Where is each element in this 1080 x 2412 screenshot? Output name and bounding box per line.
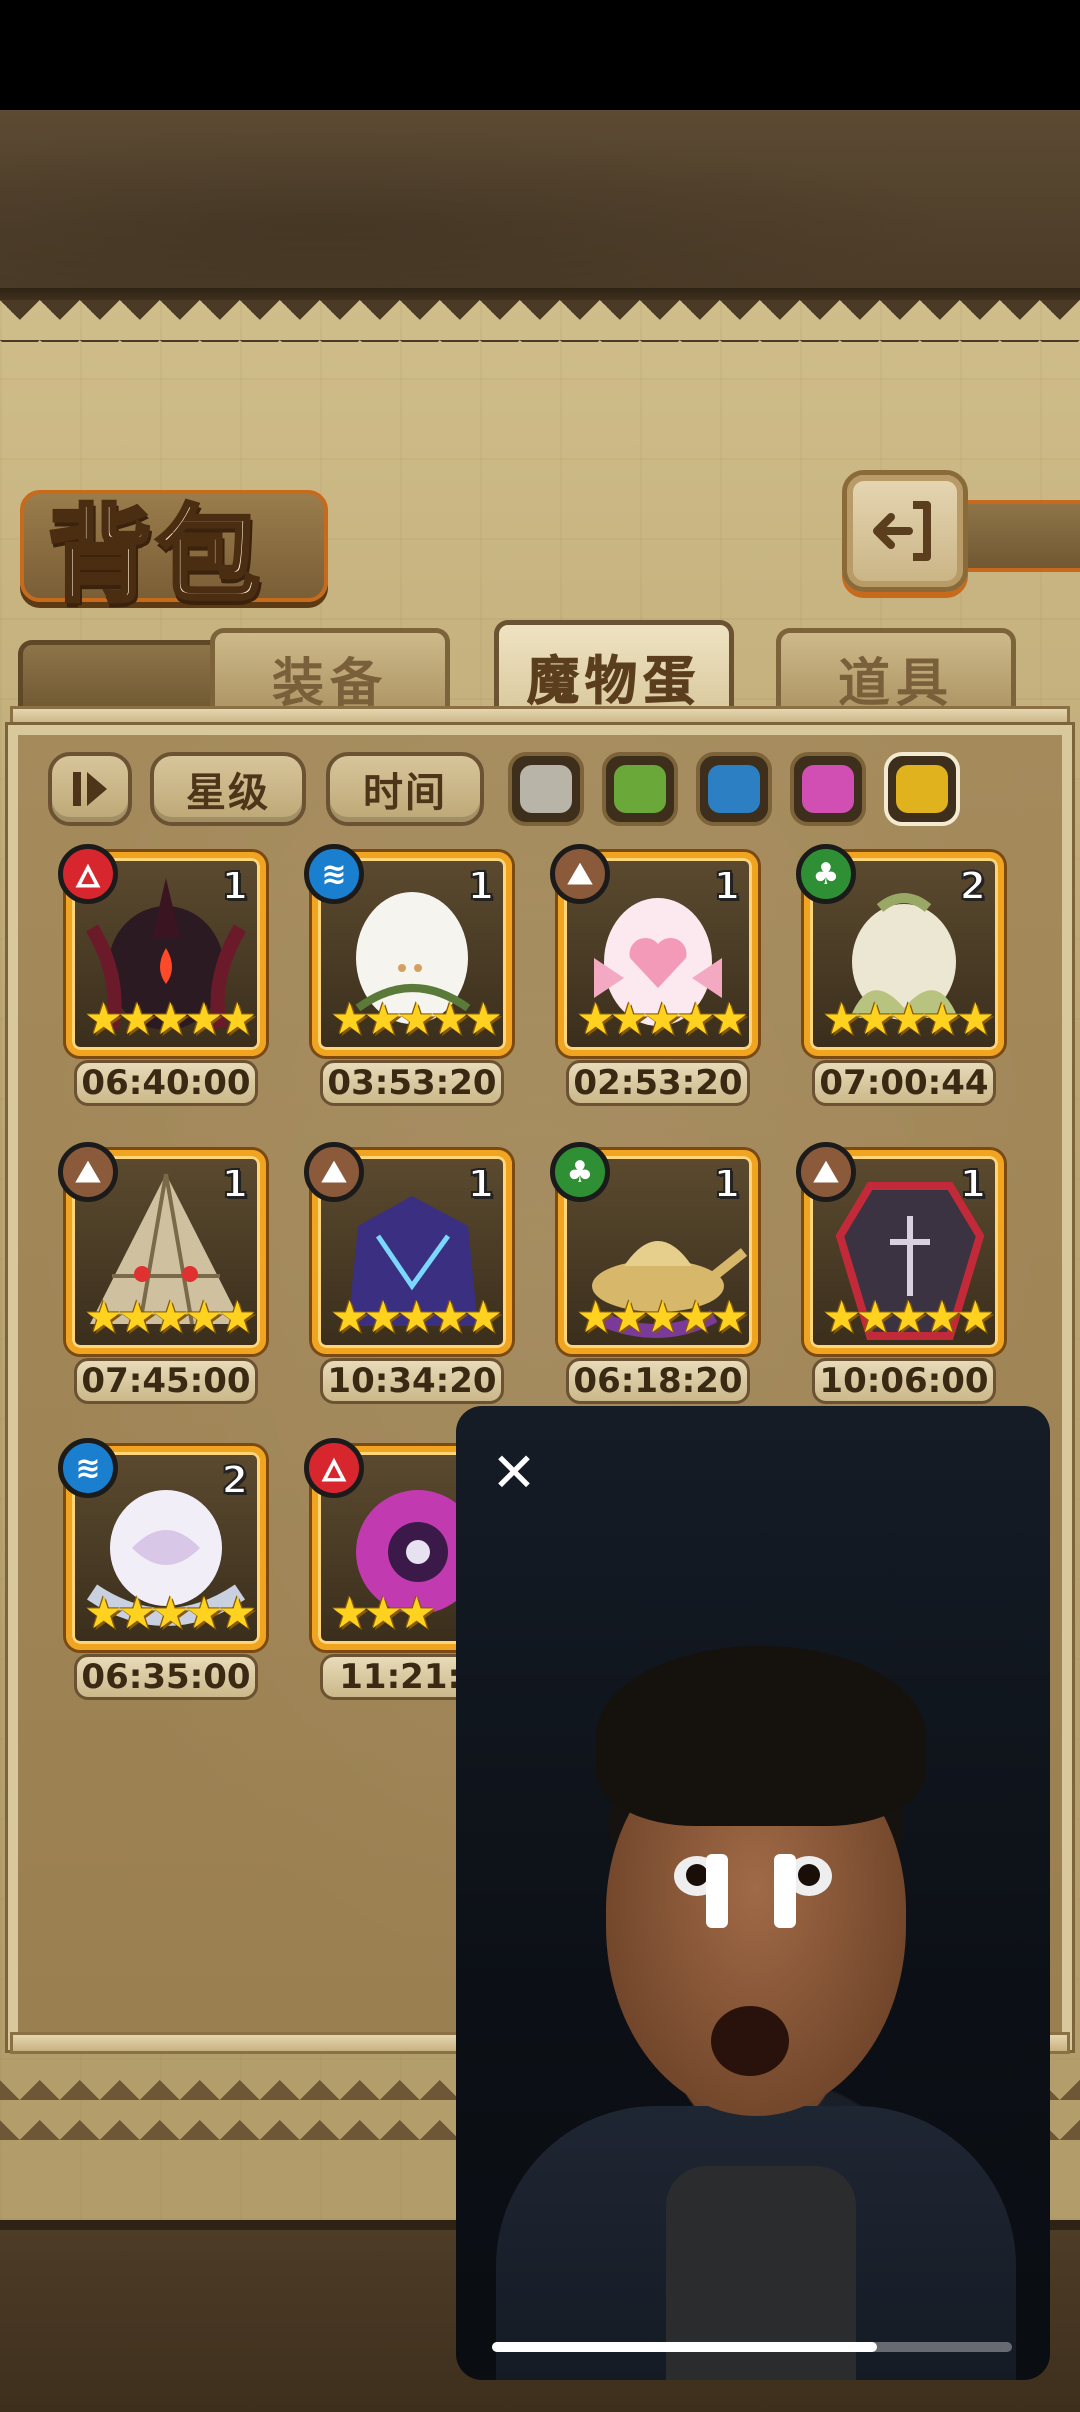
fire-element-icon: 🜂 [304,1438,364,1498]
egg-card[interactable]: ★★★★★ 1 🜂 06:40:00 [58,844,266,1112]
sort-by-star-label: 星级 [186,770,270,816]
sort-toggle-icon [73,772,107,806]
rarity-swatch-green [614,765,666,813]
egg-quantity: 2 [221,1457,249,1503]
egg-quantity: 1 [959,1161,987,1207]
rarity-swatch-pink [802,765,854,813]
rarity-filter-gray[interactable] [508,752,584,826]
star-rating: ★★★★★ [822,1292,995,1343]
hatch-timer: 06:35:00 [74,1654,258,1700]
torn-edge-top [0,300,1080,342]
top-decor-band [0,110,1080,300]
earth-element-icon: ⛰ [304,1142,364,1202]
earth-element-icon: ⛰ [550,844,610,904]
egg-card[interactable]: ★★★★★ 1 ⛰ 02:53:20 [550,844,758,1112]
egg-quantity: 1 [467,863,495,909]
egg-card[interactable]: ★★★★★ 2 ♣ 07:00:44 [796,844,1004,1112]
egg-quantity: 1 [221,863,249,909]
star-rating: ★★★★★ [84,1292,257,1343]
back-control [842,470,1080,598]
egg-card[interactable]: ★★★★★ 2 ≋ 06:35:00 [58,1438,266,1706]
rarity-swatch-gray [520,765,572,813]
egg-quantity: 1 [713,1161,741,1207]
star-rating: ★★★★★ [822,994,995,1045]
star-rating: ★★★★★ [330,1292,503,1343]
egg-card[interactable]: ★★★★★ 1 ⛰ 07:45:00 [58,1142,266,1410]
egg-card[interactable]: ★★★★★ 1 ≋ 03:53:20 [304,844,512,1112]
wood-element-icon: ♣ [550,1142,610,1202]
video-figure-hair [596,1646,926,1826]
pause-icon [706,1854,728,1928]
tab-equipment-label: 装备 [271,653,388,714]
egg-quantity: 1 [713,863,741,909]
wood-element-icon: ♣ [796,844,856,904]
close-video-button[interactable]: ✕ [478,1436,550,1508]
hatch-timer: 02:53:20 [566,1060,750,1106]
video-progress-fill [492,2342,877,2352]
back-arrow-icon [873,501,931,561]
sort-order-button[interactable] [48,752,132,826]
rarity-filter-pink[interactable] [790,752,866,826]
pause-video-button[interactable] [706,1846,796,1936]
earth-element-icon: ⛰ [58,1142,118,1202]
hatch-timer: 06:18:20 [566,1358,750,1404]
earth-element-icon: ⛰ [796,1142,856,1202]
star-rating: ★★★★★ [84,994,257,1045]
rarity-filter-green[interactable] [602,752,678,826]
star-rating: ★★★ [330,1588,436,1639]
egg-quantity: 1 [221,1161,249,1207]
hatch-timer: 03:53:20 [320,1060,504,1106]
water-element-icon: ≋ [304,844,364,904]
page-title: 背包 [46,491,265,618]
fire-element-icon: 🜂 [58,844,118,904]
close-icon: ✕ [491,1440,537,1504]
hatch-timer: 10:06:00 [812,1358,996,1404]
hatch-timer: 10:34:20 [320,1358,504,1404]
star-rating: ★★★★★ [330,994,503,1045]
rarity-filter-gold[interactable] [884,752,960,826]
egg-card[interactable]: ★★★★★ 1 ⛰ 10:34:20 [304,1142,512,1410]
egg-quantity: 2 [959,863,987,909]
star-rating: ★★★★★ [84,1588,257,1639]
rarity-swatch-blue [708,765,760,813]
pause-icon-bar [774,1854,796,1928]
hatch-timer: 07:00:44 [812,1060,996,1106]
star-rating: ★★★★★ [576,1292,749,1343]
status-bar [0,0,1080,110]
hatch-timer: 06:40:00 [74,1060,258,1106]
egg-card[interactable]: ★★★★★ 1 ⛰ 10:06:00 [796,1142,1004,1410]
tab-items-label: 道具 [837,653,954,714]
sort-by-star-button[interactable]: 星级 [150,752,306,826]
egg-card[interactable]: ★★★★★ 1 ♣ 06:18:20 [550,1142,758,1410]
sort-by-time-button[interactable]: 时间 [326,752,484,826]
tab-monster-eggs-label: 魔物蛋 [526,651,701,713]
video-figure-mouth [711,2006,789,2076]
egg-quantity: 1 [467,1161,495,1207]
rarity-swatch-gold [896,765,948,813]
star-rating: ★★★★★ [576,994,749,1045]
sort-by-time-label: 时间 [363,770,447,816]
video-progress-track[interactable] [492,2342,1012,2352]
hatch-timer: 07:45:00 [74,1358,258,1404]
water-element-icon: ≋ [58,1438,118,1498]
floating-video-player[interactable]: ✕ [456,1406,1050,2380]
back-button[interactable] [842,470,968,592]
rarity-filter-blue[interactable] [696,752,772,826]
